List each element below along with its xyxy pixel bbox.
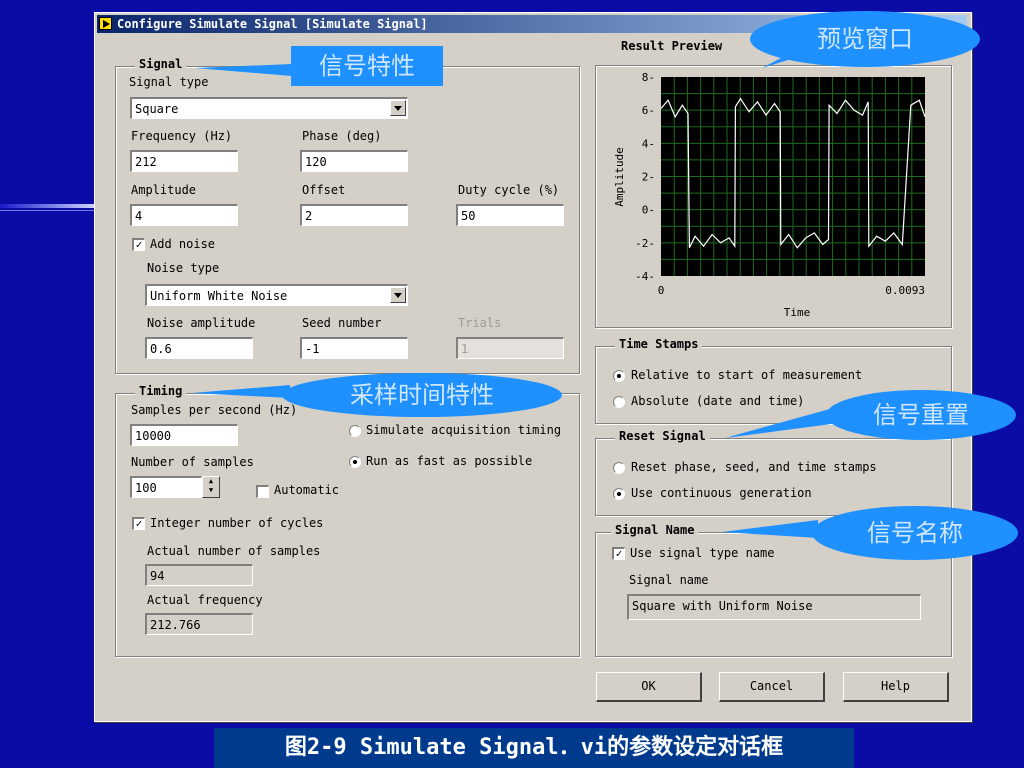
callout-pointer-name (722, 520, 818, 538)
callout-pointer-timing (192, 385, 290, 398)
callout-signal-name: 信号名称 (812, 506, 1018, 560)
callout-timing-properties: 采样时间特性 (282, 373, 562, 417)
callout-signal-reset: 信号重置 (826, 390, 1016, 440)
callout-preview-window: 预览窗口 (750, 11, 980, 67)
figure-caption: 图2-9 Simulate Signal．vi的参数设定对话框 (214, 728, 854, 768)
callout-signal-properties: 信号特性 (291, 46, 443, 86)
callout-pointer-signal (195, 64, 292, 76)
